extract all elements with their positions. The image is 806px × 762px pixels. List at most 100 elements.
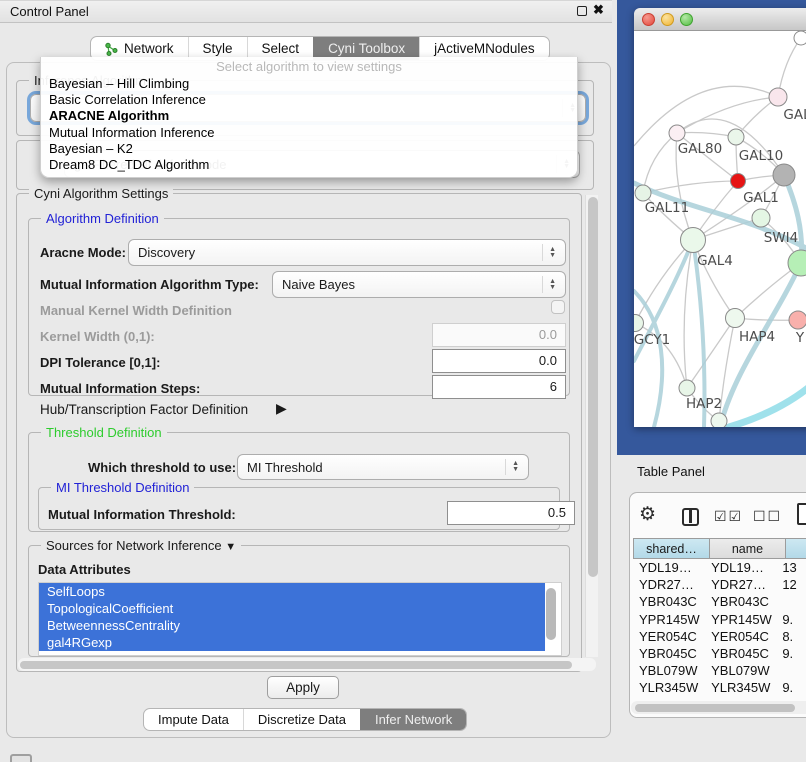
panel-title: Control Panel	[10, 4, 89, 19]
data-attribute-item[interactable]: SelfLoops	[39, 583, 545, 600]
manual-kernel-checkbox[interactable]	[551, 300, 565, 314]
document-icon[interactable]	[797, 503, 806, 525]
graph-node-gal80[interactable]	[669, 125, 685, 141]
table-row[interactable]: YBL079WYBL079W	[633, 662, 806, 679]
node-label: SWI4	[764, 230, 799, 246]
graph-node[interactable]	[731, 174, 746, 189]
table-row[interactable]: YDL19…YDL19…13	[633, 559, 806, 576]
table-cell: YBR045C	[633, 645, 705, 662]
graph-node-gal11[interactable]	[635, 185, 651, 201]
dpi-tolerance-input[interactable]: 0.0	[432, 349, 566, 373]
data-attribute-item[interactable]: TopologicalCoefficient	[39, 600, 545, 617]
unchecked-boxes-icon[interactable]: ☐☐	[753, 508, 782, 525]
graph-node-gal[interactable]	[769, 88, 787, 106]
graph-node-swi4[interactable]	[788, 250, 806, 276]
float-window-icon[interactable]	[577, 6, 587, 16]
graph-node-gcy1[interactable]	[634, 315, 644, 332]
graph-node[interactable]	[794, 31, 806, 45]
algorithm-popup-list: Bayesian – Hill ClimbingBasic Correlatio…	[41, 76, 577, 173]
algorithm-option[interactable]: Dream8 DC_TDC Algorithm	[41, 157, 577, 173]
minimize-traffic-light[interactable]	[661, 13, 674, 26]
mi-steps-input[interactable]: 6	[432, 375, 566, 399]
sources-title[interactable]: Sources for Network Inference ▼	[41, 538, 241, 553]
algorithm-option[interactable]: Mutual Information Inference	[41, 125, 577, 141]
tab-discretize-data[interactable]: Discretize Data	[243, 709, 360, 730]
table-cell: YBR045C	[705, 645, 776, 662]
graph-node-hap2[interactable]	[679, 380, 695, 396]
graph-node-gal1[interactable]	[752, 209, 770, 227]
graph-node-gal10[interactable]	[728, 129, 744, 145]
algorithm-option[interactable]: Basic Correlation Inference	[41, 92, 577, 108]
zoom-traffic-light[interactable]	[680, 13, 693, 26]
graph-node[interactable]	[773, 164, 795, 186]
data-attribute-item[interactable]: gal4RGexp	[39, 634, 545, 651]
table-row[interactable]: YDR27…YDR27…12	[633, 576, 806, 593]
split-columns-icon[interactable]	[682, 508, 699, 526]
table-row[interactable]: YPR145WYPR145W9.	[633, 611, 806, 628]
algorithm-option[interactable]: Bayesian – Hill Climbing	[41, 76, 577, 92]
graph-node-hap4[interactable]	[726, 309, 745, 328]
network-nodes[interactable]	[634, 31, 806, 427]
algorithm-dropdown-popup: Select algorithm to view settings Bayesi…	[40, 57, 578, 178]
table-row[interactable]: YBR045CYBR045C9.	[633, 645, 806, 662]
table-cell: YLR345W	[705, 679, 776, 696]
table-cell: 9.	[776, 679, 806, 696]
data-attributes-list[interactable]: SelfLoopsTopologicalCoefficientBetweenne…	[38, 582, 562, 656]
algorithm-option[interactable]: Bayesian – K2	[41, 141, 577, 157]
dropdown-prompt: Select algorithm to view settings	[41, 57, 577, 76]
combo-stepper-icon: ▲▼	[542, 244, 556, 262]
expand-right-icon[interactable]: ▶	[276, 400, 287, 417]
table-cell: YBR043C	[633, 593, 705, 610]
table-cell: 13	[776, 559, 806, 576]
minimized-palette-icon[interactable]	[10, 754, 32, 762]
tab-impute-data[interactable]: Impute Data	[144, 709, 243, 730]
threshold-definition-title: Threshold Definition	[41, 425, 167, 440]
column-header[interactable]	[786, 538, 806, 559]
which-threshold-combo[interactable]: MI Threshold ▲▼	[237, 454, 529, 480]
table-row[interactable]: YBR043CYBR043C	[633, 593, 806, 610]
node-label: GAL4	[697, 253, 733, 269]
node-label: HAP4	[739, 329, 775, 345]
settings-vertical-scrollbar[interactable]	[585, 195, 598, 657]
collapse-down-icon[interactable]: ▼	[225, 541, 236, 553]
tab-infer-network[interactable]: Infer Network	[360, 709, 466, 730]
table-row[interactable]: YLR345WYLR345W9.	[633, 679, 806, 696]
close-traffic-light[interactable]	[642, 13, 655, 26]
mi-threshold-input[interactable]: 0.5	[447, 501, 575, 525]
list-scrollbar-thumb[interactable]	[546, 588, 556, 640]
table-cell: YPR145W	[633, 611, 705, 628]
mi-type-combo[interactable]: Naive Bayes ▲▼	[272, 271, 566, 298]
table-cell	[776, 593, 806, 610]
table-horizontal-scrollbar[interactable]	[631, 701, 806, 714]
graph-node-gal4[interactable]	[681, 228, 706, 253]
checked-boxes-icon[interactable]: ☑☑	[714, 508, 743, 525]
close-icon[interactable]: ✖	[593, 2, 604, 18]
mi-threshold-label: Mutual Information Threshold:	[48, 507, 236, 522]
data-attribute-item[interactable]: BetweennessCentrality	[39, 617, 545, 634]
node-label: GAL1	[743, 190, 779, 206]
kernel-width-input[interactable]: 0.0	[432, 323, 566, 347]
which-threshold-label: Which threshold to use:	[88, 460, 236, 475]
gear-icon[interactable]: ⚙	[639, 503, 656, 526]
apply-button[interactable]: Apply	[267, 676, 339, 699]
table-cell: 9.	[776, 611, 806, 628]
table-cell: YBL079W	[633, 662, 705, 679]
settings-horizontal-scrollbar[interactable]	[18, 658, 596, 671]
network-view[interactable]: GALGAL80GAL10GAL11GAL1GAL4SWI4GCY1HAP4YH…	[634, 31, 806, 427]
aracne-mode-combo[interactable]: Discovery ▲▼	[128, 239, 566, 266]
algorithm-option[interactable]: ARACNE Algorithm	[41, 108, 577, 124]
column-header[interactable]: shared…	[633, 538, 710, 559]
node-label: GAL11	[645, 200, 689, 216]
node-label: GAL	[783, 107, 806, 123]
mi-steps-label: Mutual Information Steps:	[40, 381, 200, 396]
node-label: HAP2	[686, 396, 722, 412]
network-window: GALGAL80GAL10GAL11GAL1GAL4SWI4GCY1HAP4YH…	[634, 8, 806, 427]
table-row[interactable]: YER054CYER054C8.	[633, 628, 806, 645]
aracne-mode-label: Aracne Mode:	[40, 245, 126, 260]
hub-section-label[interactable]: Hub/Transcription Factor Definition	[40, 402, 248, 417]
mi-threshold-title: MI Threshold Definition	[51, 480, 194, 495]
column-header[interactable]: name	[710, 538, 786, 559]
graph-node-y[interactable]	[789, 311, 806, 329]
graph-node[interactable]	[711, 413, 727, 427]
data-attributes-label: Data Attributes	[38, 562, 131, 577]
